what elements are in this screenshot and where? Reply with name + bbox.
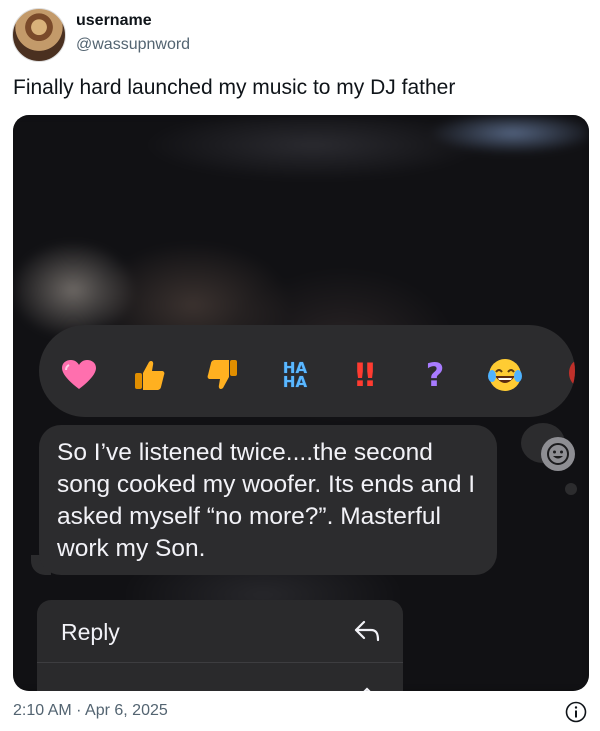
avatar[interactable] — [12, 8, 66, 62]
post-text: Finally hard launched my music to my DJ … — [13, 76, 456, 99]
heart-icon[interactable] — [59, 355, 99, 395]
exclamation-icon[interactable]: ‼ — [345, 355, 385, 395]
author-handle[interactable]: @wassupnword — [76, 36, 190, 54]
haha-icon[interactable]: HA HA — [275, 355, 315, 395]
info-icon[interactable] — [565, 701, 587, 723]
message-text: So I’ve listened twice....the second son… — [57, 439, 476, 562]
add-reaction-icon[interactable] — [541, 437, 575, 471]
attached-screenshot[interactable]: HA HA ‼ ? So I’ve listened twice....the … — [13, 115, 589, 691]
reaction-bar: HA HA ‼ ? — [39, 325, 575, 417]
laughing-emoji-icon[interactable] — [485, 355, 525, 395]
balloon-icon[interactable] — [555, 355, 575, 395]
menu-item-partial[interactable] — [37, 663, 403, 691]
question-icon[interactable]: ? — [415, 355, 455, 395]
context-menu: Reply — [37, 600, 403, 691]
menu-item-partial-icon — [363, 687, 371, 691]
thumbs-up-icon[interactable] — [129, 355, 169, 395]
reaction-bar-tail-dot — [565, 483, 577, 495]
author-name[interactable]: username — [76, 12, 152, 30]
reply-arrow-icon — [354, 620, 380, 642]
menu-item-reply[interactable]: Reply — [37, 600, 403, 662]
post-timestamp[interactable]: 2:10 AM · Apr 6, 2025 — [13, 702, 168, 720]
menu-item-reply-label: Reply — [61, 619, 120, 645]
thumbs-down-icon[interactable] — [203, 355, 243, 395]
